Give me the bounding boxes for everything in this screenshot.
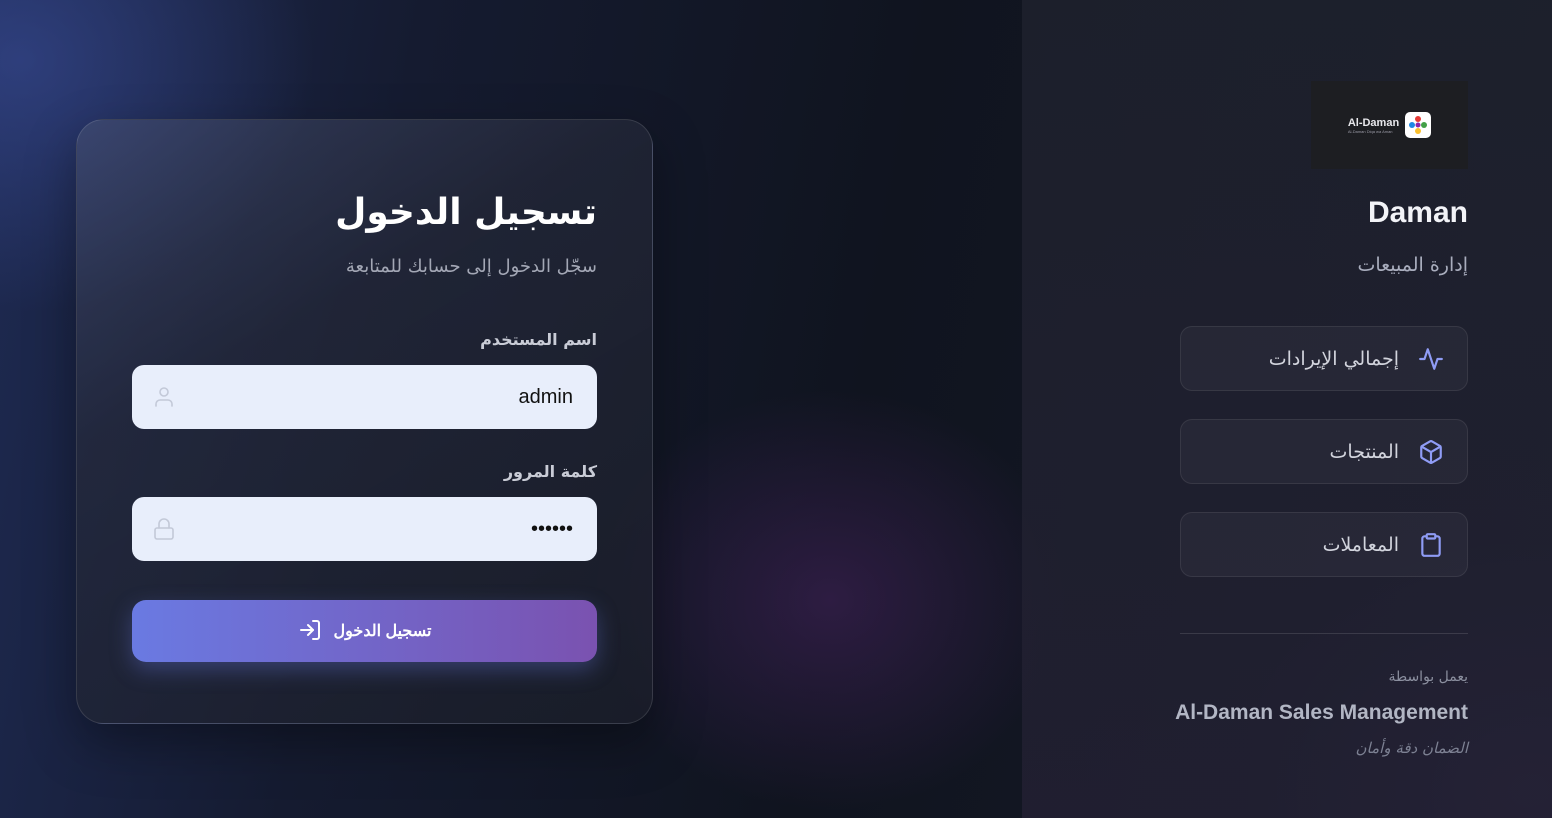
slogan: الضمان دقة وأمان: [1355, 739, 1468, 757]
username-field-wrapper: [132, 365, 597, 429]
login-card: تسجيل الدخول سجّل الدخول إلى حسابك للمتا…: [76, 119, 653, 724]
user-icon: [152, 385, 176, 409]
feature-transactions-label: المعاملات: [1322, 533, 1399, 556]
password-field-wrapper: [132, 497, 597, 561]
feature-products-label: المنتجات: [1329, 440, 1399, 463]
company-logo: Al-Daman Al-Daman Diqa wa Aman: [1311, 81, 1468, 169]
box-icon: [1417, 438, 1445, 466]
clipboard-icon: [1417, 531, 1445, 559]
login-title: تسجيل الدخول: [335, 192, 597, 233]
divider: [1180, 633, 1468, 634]
login-icon: [298, 618, 322, 645]
username-label: اسم المستخدم: [480, 330, 597, 349]
lock-icon: [152, 517, 176, 541]
feature-revenue: إجمالي الإيرادات: [1180, 326, 1468, 391]
powered-by-name: Al-Daman Sales Management: [1175, 701, 1468, 724]
login-subtitle: سجّل الدخول إلى حسابك للمتابعة: [345, 256, 597, 277]
logo-tagline: Al-Daman Diqa wa Aman: [1347, 128, 1393, 134]
brand-title: Daman: [1367, 196, 1468, 229]
brand-subtitle: إدارة المبيعات: [1357, 254, 1468, 276]
login-button[interactable]: تسجيل الدخول: [132, 600, 597, 662]
logo-text: Al-Daman Al-Daman Diqa wa Aman: [1348, 117, 1399, 134]
logo-mark-icon: [1405, 112, 1432, 138]
powered-by-label: يعمل بواسطة: [1388, 669, 1468, 685]
activity-icon: [1417, 345, 1445, 373]
password-input[interactable]: [132, 497, 597, 561]
feature-products: المنتجات: [1180, 419, 1468, 484]
password-label: كلمة المرور: [503, 462, 597, 481]
feature-transactions: المعاملات: [1180, 512, 1468, 577]
logo-name: Al-Daman: [1347, 116, 1400, 129]
brand-panel: [1022, 0, 1552, 818]
username-input[interactable]: [132, 365, 597, 429]
login-button-label: تسجيل الدخول: [333, 623, 432, 640]
feature-revenue-label: إجمالي الإيرادات: [1268, 347, 1399, 370]
